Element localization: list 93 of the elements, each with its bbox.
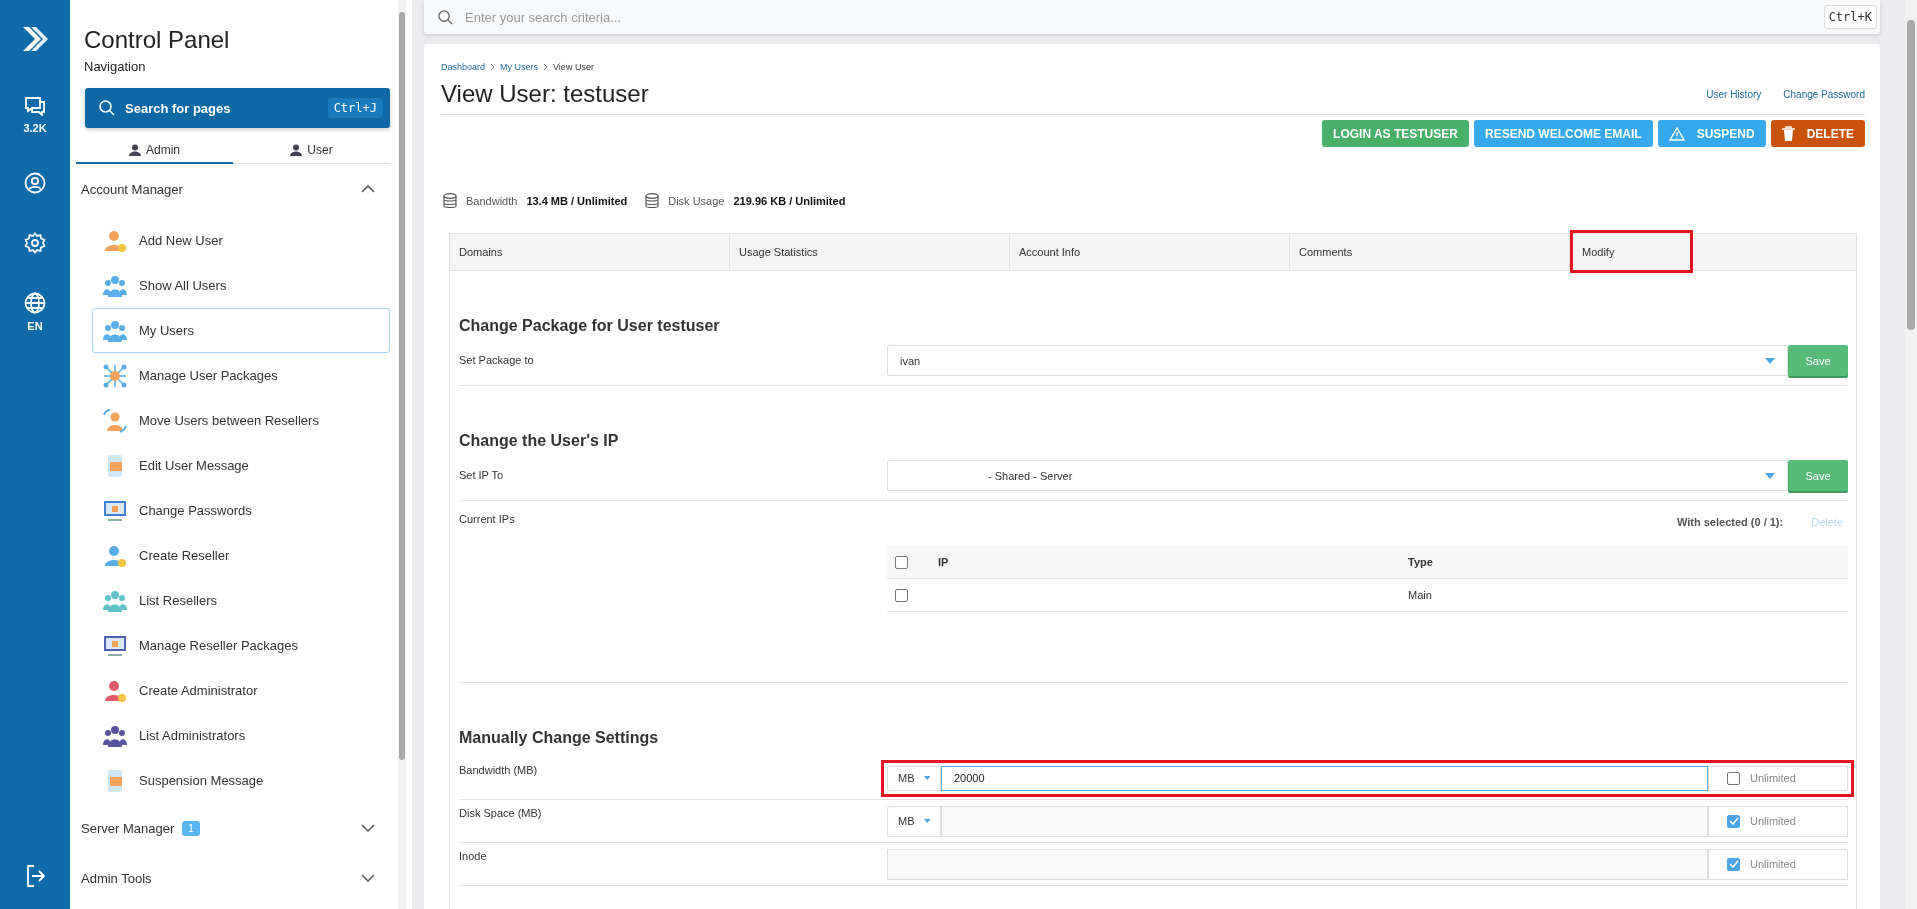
checkbox[interactable] (1727, 814, 1740, 828)
nav-item[interactable]: Create Administrator (92, 668, 390, 713)
nav-item[interactable]: Move Users between Resellers (92, 398, 390, 443)
field-label: Bandwidth (MB) (459, 763, 539, 776)
count-badge: 1 (182, 820, 200, 836)
sidebar-tab[interactable]: Admin (76, 138, 233, 164)
field-label: Disk Space (MB) (459, 806, 543, 819)
caret-icon (1765, 472, 1775, 479)
unit-dropdown[interactable]: MB (887, 805, 941, 837)
section-heading: Manually Change Settings (459, 728, 660, 748)
nav-item[interactable]: My Users (92, 308, 390, 353)
section-header[interactable]: Server Manager (81, 820, 175, 836)
chevron-right-icon (490, 63, 496, 71)
column-header: Type (1408, 556, 1433, 568)
unit-dropdown[interactable]: MB (887, 765, 941, 791)
logout-icon[interactable] (25, 865, 45, 887)
field-label: Set IP To (459, 468, 505, 481)
rail-label: 3.2K (23, 122, 47, 134)
input-field[interactable] (887, 848, 1708, 880)
user-icon (290, 144, 303, 156)
page-title: View User: testuser (441, 80, 649, 108)
content-tab[interactable]: Comments (1290, 234, 1570, 270)
row-checkbox[interactable] (895, 588, 908, 602)
breadcrumb-link[interactable]: My Users (500, 62, 539, 72)
nav-item[interactable]: Create Reseller (92, 533, 390, 578)
field-label: Inode (459, 849, 488, 862)
nav-item[interactable]: Manage User Packages (92, 353, 390, 398)
panel-subtitle: Navigation (84, 59, 147, 74)
database-icon (443, 193, 457, 209)
field-label: Current IPs (459, 513, 516, 527)
stat-value: 13.4 MB / Unlimited (526, 195, 628, 207)
checkbox[interactable] (1727, 857, 1740, 871)
action-button[interactable]: DELETE (1770, 120, 1865, 147)
content-tab[interactable]: Account Info (1010, 234, 1290, 270)
nav-item[interactable]: Change Passwords (92, 488, 390, 533)
unlimited-checkbox[interactable]: Unlimited (1708, 805, 1848, 837)
breadcrumb-link[interactable]: Dashboard (441, 62, 486, 72)
input-field[interactable] (941, 805, 1708, 837)
page-search-button[interactable]: Search for pages Ctrl+J (85, 88, 390, 128)
column-header: IP (937, 556, 950, 568)
caret-icon (923, 775, 930, 781)
nav-item[interactable]: Edit User Message (92, 443, 390, 488)
section-header[interactable]: Admin Tools (81, 870, 152, 886)
caret-icon (923, 818, 930, 824)
database-icon (645, 193, 660, 209)
caret-icon (1765, 357, 1775, 364)
nav-item[interactable]: Suspension Message (92, 758, 390, 803)
content-tab[interactable]: Modify (1570, 230, 1693, 273)
nav-item[interactable]: List Administrators (92, 713, 390, 758)
checkbox[interactable] (1727, 771, 1740, 785)
shortcut-key: Ctrl+J (327, 98, 383, 118)
unlimited-checkbox[interactable]: Unlimited (1708, 848, 1848, 880)
section-heading: Change the User's IP (459, 431, 620, 451)
content-tab[interactable]: Domains (450, 234, 730, 270)
selection-count: With selected (0 / 1): (1676, 516, 1784, 530)
trash-icon (1781, 126, 1795, 141)
nav-item[interactable]: Show All Users (92, 263, 390, 308)
field-label: Set Package to (459, 353, 535, 366)
content-tab[interactable]: Usage Statistics (730, 234, 1010, 270)
section-heading: Change Package for User testuser (459, 316, 721, 336)
select-all-checkbox[interactable] (895, 555, 908, 569)
warning-icon (1668, 126, 1685, 141)
search-icon (99, 100, 115, 116)
rail-label: EN (27, 320, 43, 332)
settings-icon[interactable] (24, 232, 46, 254)
nav-item[interactable]: List Resellers (92, 578, 390, 623)
stat-label: Bandwidth (466, 195, 518, 207)
user-icon[interactable] (24, 172, 46, 194)
chevron-down-icon[interactable] (361, 874, 375, 882)
stat-label: Disk Usage (668, 195, 725, 207)
package-select[interactable]: ivan (887, 345, 1788, 376)
shortcut-key: Ctrl+K (1823, 5, 1877, 29)
section-header[interactable]: Account Manager (81, 181, 183, 197)
chat-icon[interactable] (24, 96, 46, 116)
chevron-up-icon[interactable] (361, 185, 375, 193)
chevron-down-icon[interactable] (361, 824, 375, 832)
scrollbar-thumb[interactable] (1907, 20, 1915, 330)
breadcrumb-current: View User (553, 62, 594, 72)
panel-title: Control Panel (84, 26, 231, 54)
globe-icon[interactable] (24, 292, 46, 314)
search-icon (438, 9, 453, 25)
ip-select[interactable]: - Shared - Server (887, 460, 1788, 491)
stat-value: 219.96 KB / Unlimited (733, 195, 846, 207)
header-link[interactable]: User History (1706, 89, 1762, 100)
nav-item[interactable]: Add New User (92, 218, 390, 263)
chevron-right-icon (543, 63, 549, 71)
unlimited-checkbox[interactable]: Unlimited (1708, 765, 1848, 791)
input-field[interactable]: 20000 (941, 765, 1708, 791)
scrollbar-thumb[interactable] (399, 12, 405, 760)
nav-item[interactable]: Manage Reseller Packages (92, 623, 390, 668)
sidebar-tab[interactable]: User (233, 138, 390, 164)
table-cell: Main (1408, 589, 1432, 601)
header-link[interactable]: Change Password (1783, 89, 1865, 100)
